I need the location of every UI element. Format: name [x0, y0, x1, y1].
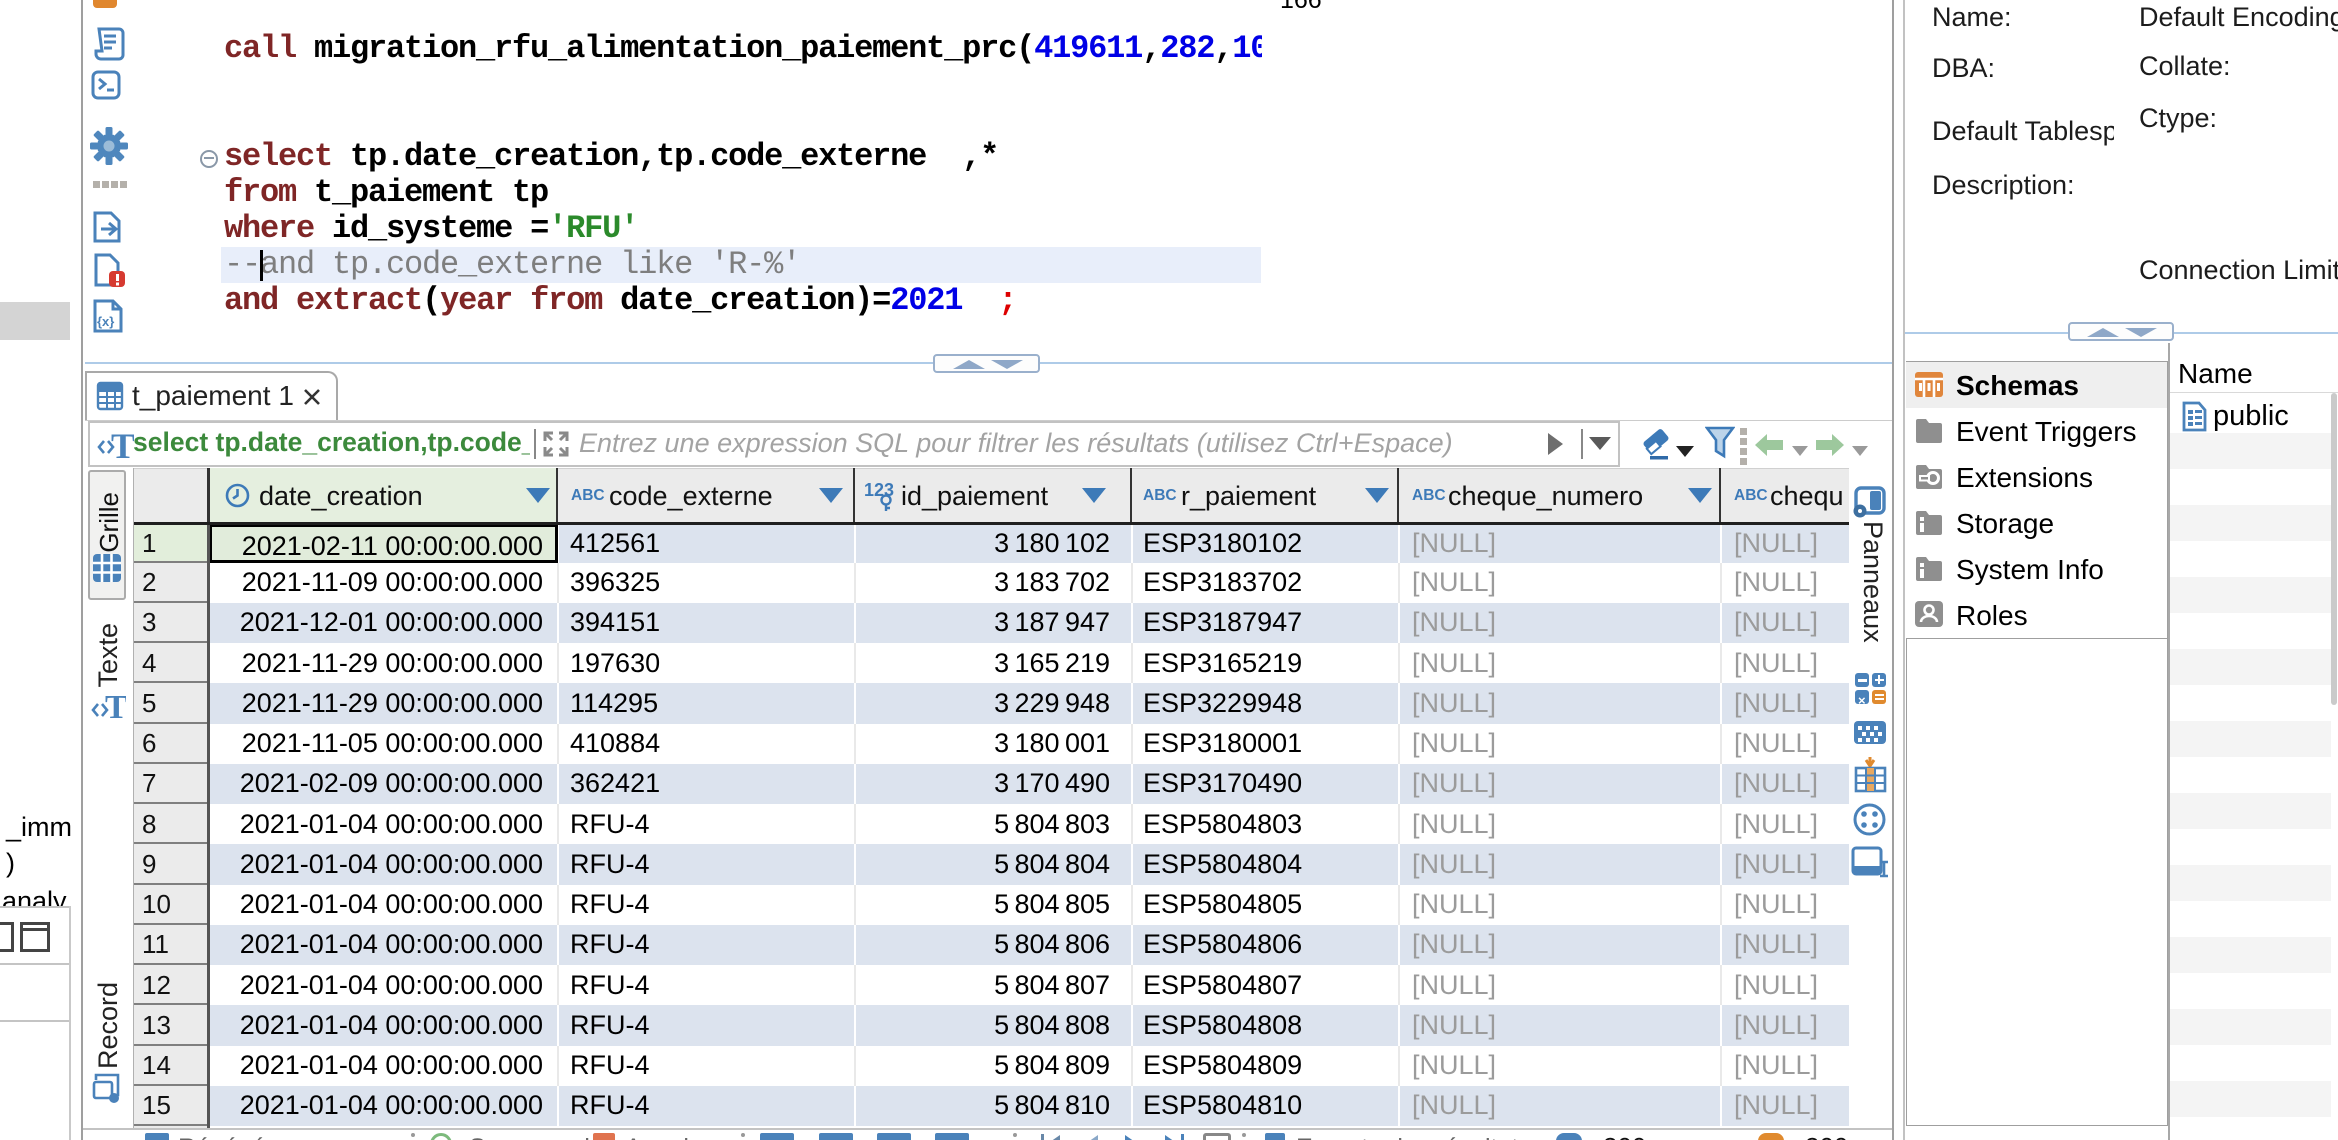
svg-text:{x}: {x} [97, 314, 114, 329]
svg-text:T: T [105, 689, 126, 726]
svg-text:T: T [111, 426, 134, 465]
